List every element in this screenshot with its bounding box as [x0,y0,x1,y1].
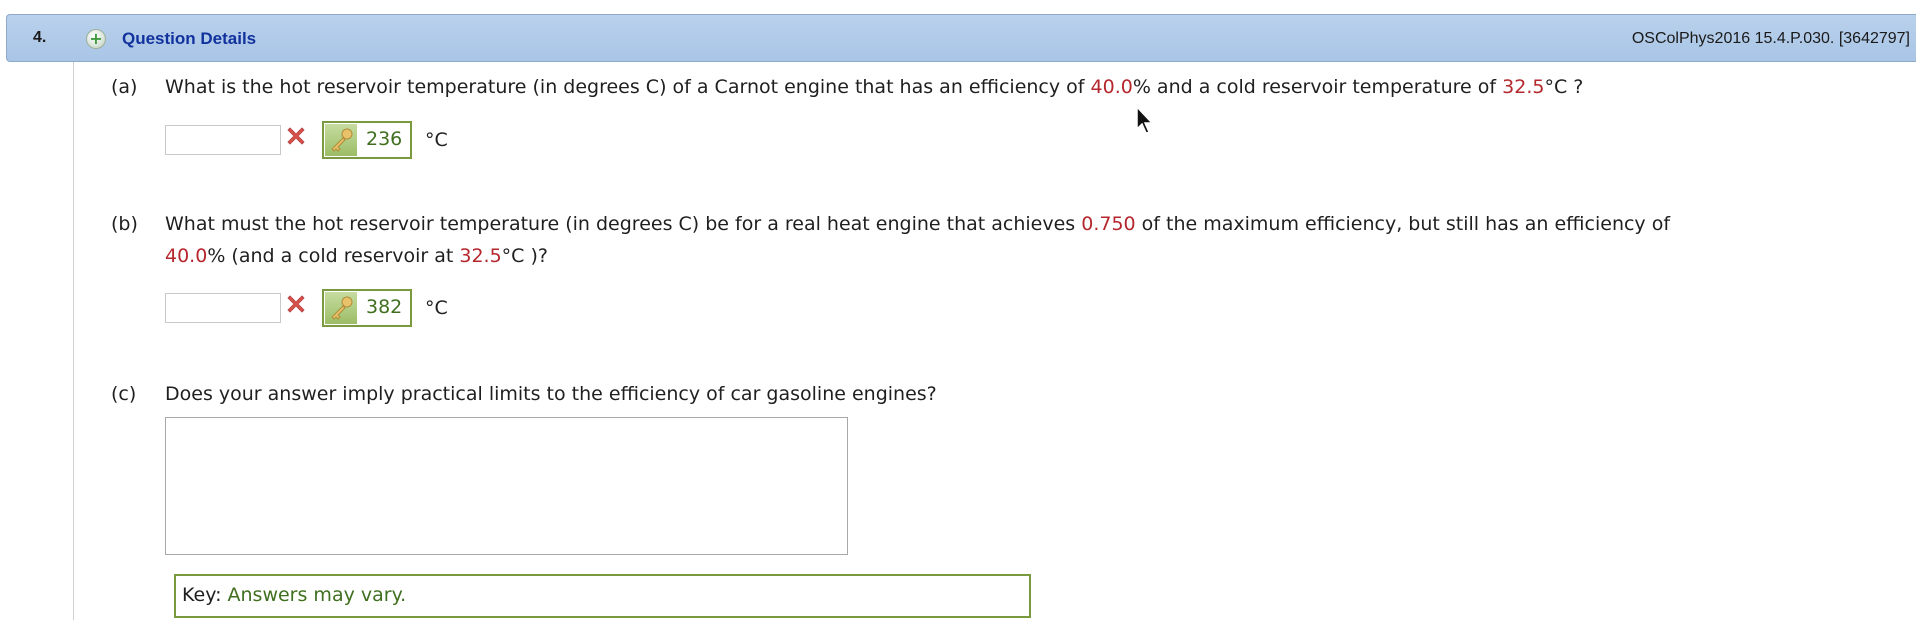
left-divider [73,62,74,620]
part-c-key-box: Key: Answers may vary. [174,574,1031,618]
part-b-cold-temp-value: 32.5 [459,245,502,267]
part-b-answer-input[interactable] [165,293,281,323]
expand-plus-icon[interactable]: + [86,29,106,49]
question-id: OSColPhys2016 15.4.P.030. [3642797] [1631,30,1910,47]
part-a-question: What is the hot reservoir temperature (i… [165,76,1584,98]
part-a-label: (a) [111,76,138,98]
part-b-key-value: 382 [366,296,403,318]
part-c-label: (c) [111,383,137,405]
question-header: 4. + Question Details OSColPhys2016 15.4… [6,14,1916,62]
part-b-question: What must the hot reservoir temperature … [165,213,1671,267]
part-b-label: (b) [111,213,138,235]
key-label: Key: [182,584,222,606]
part-c-answer-textarea[interactable] [165,417,848,555]
part-c-question: Does your answer imply practical limits … [165,383,937,405]
part-a-unit: °C [425,129,448,151]
part-a-key-box: 236 [322,121,412,159]
part-a-answer-input[interactable] [165,125,281,155]
part-a-efficiency-value: 40.0 [1090,76,1133,98]
mouse-pointer-icon [1136,105,1154,134]
incorrect-x-icon [287,295,305,313]
part-b-efficiency-value: 40.0 [165,245,208,267]
question-number: 4. [33,29,47,46]
part-b-fraction-value: 0.750 [1081,213,1136,235]
part-a-cold-temp-value: 32.5 [1502,76,1545,98]
key-answer-text: Answers may vary. [227,584,407,606]
part-b-unit: °C [425,297,448,319]
incorrect-x-icon [287,127,305,145]
part-b-key-box: 382 [322,289,412,327]
key-icon [331,296,353,320]
part-a-key-value: 236 [366,128,403,150]
key-icon [331,128,353,152]
question-details-link[interactable]: Question Details [122,29,256,49]
